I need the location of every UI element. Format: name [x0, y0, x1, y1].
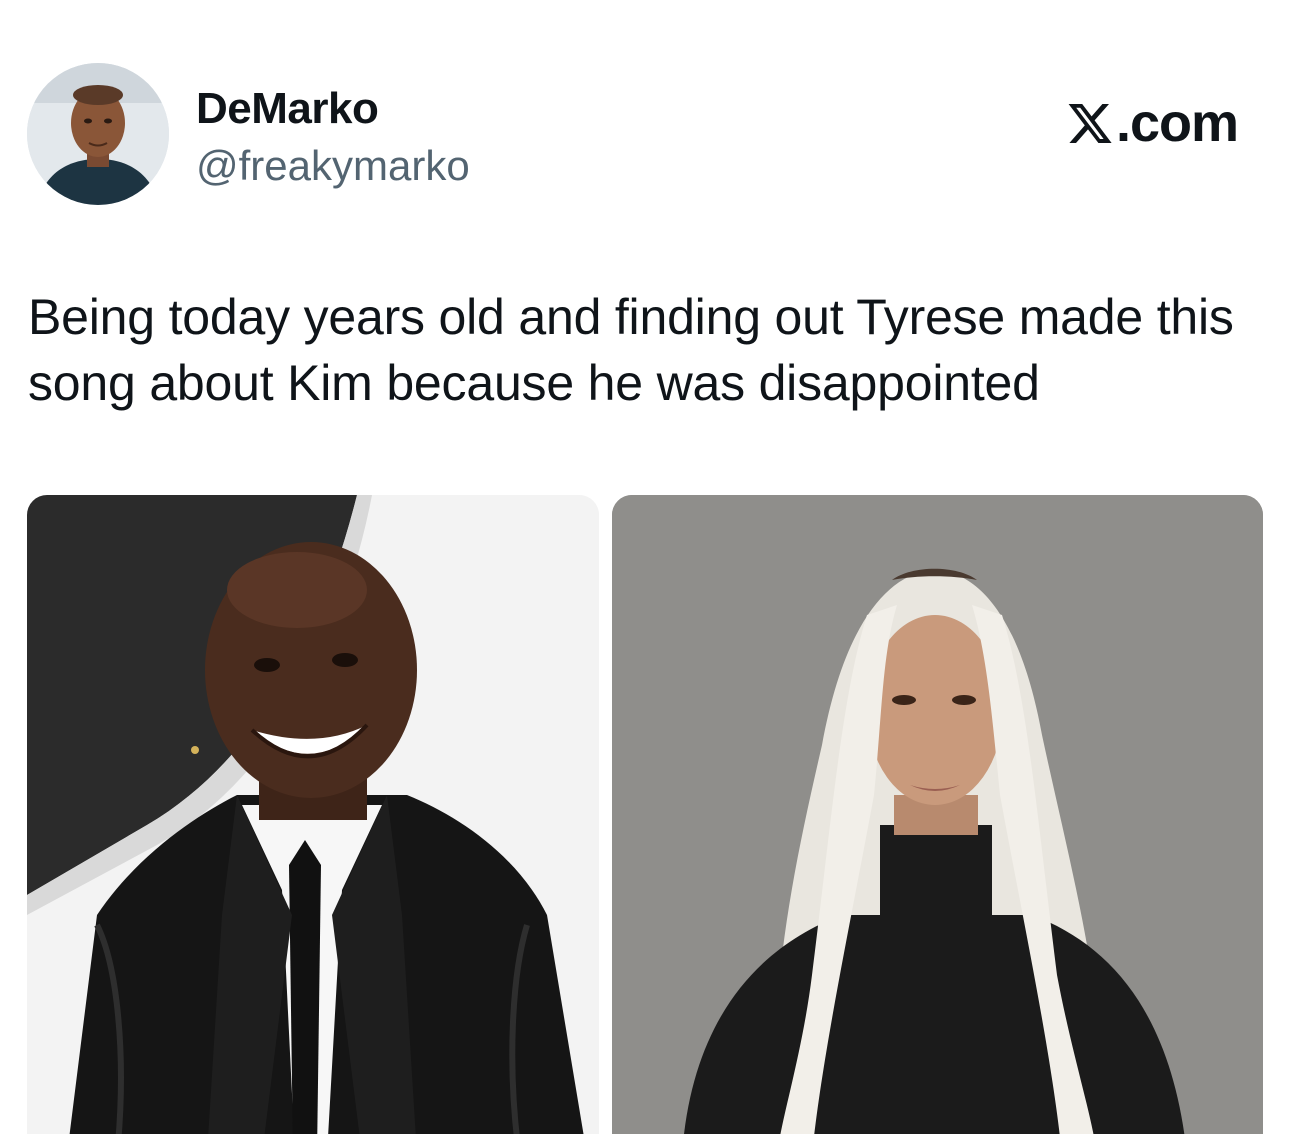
x-logo-icon	[1068, 104, 1112, 143]
avatar[interactable]	[27, 63, 169, 205]
brand-domain-label: .com	[1115, 93, 1239, 153]
author-handle[interactable]: @freakymarko	[196, 142, 470, 190]
author-display-name[interactable]: DeMarko	[196, 84, 379, 134]
person-photo-icon	[27, 495, 599, 1134]
tweet-text: Being today years old and finding out Ty…	[28, 289, 1234, 411]
person-photo-icon	[612, 495, 1263, 1134]
x-brand-mark: .com	[1066, 92, 1239, 154]
photo-tyrese[interactable]	[27, 495, 599, 1134]
photo-kim[interactable]	[612, 495, 1263, 1134]
avatar-photo-icon	[27, 63, 169, 205]
tweet-card: DeMarko @freakymarko .com Being today ye…	[0, 0, 1290, 1134]
